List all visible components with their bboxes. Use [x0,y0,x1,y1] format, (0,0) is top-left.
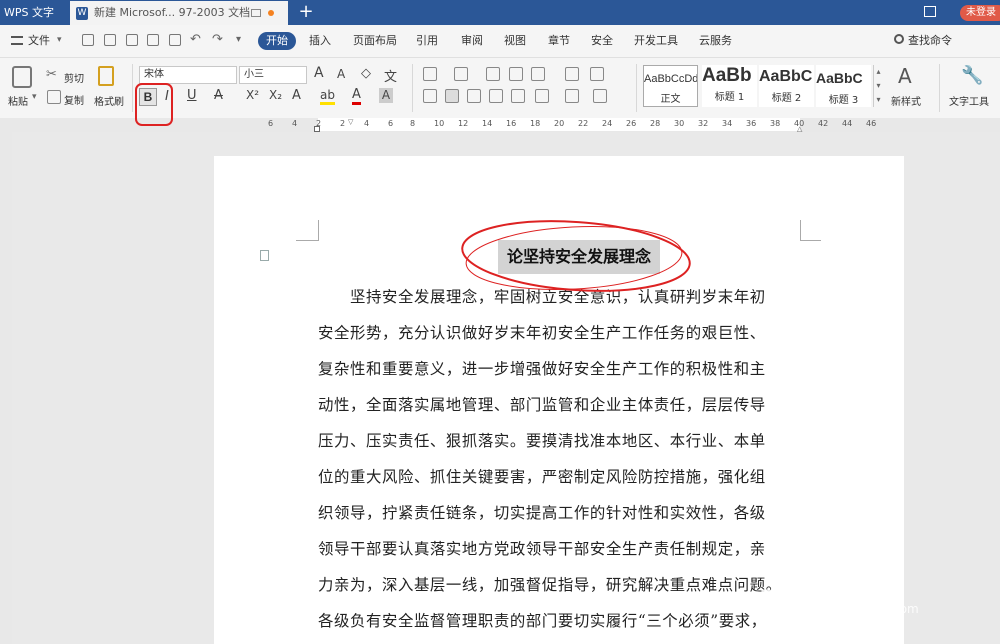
annotation-overlay [135,83,691,292]
annotation-ellipse-title-inner [465,226,683,290]
watermark-url: jingyan.baidu.com [808,602,919,616]
annotation-box-bold [135,83,173,126]
